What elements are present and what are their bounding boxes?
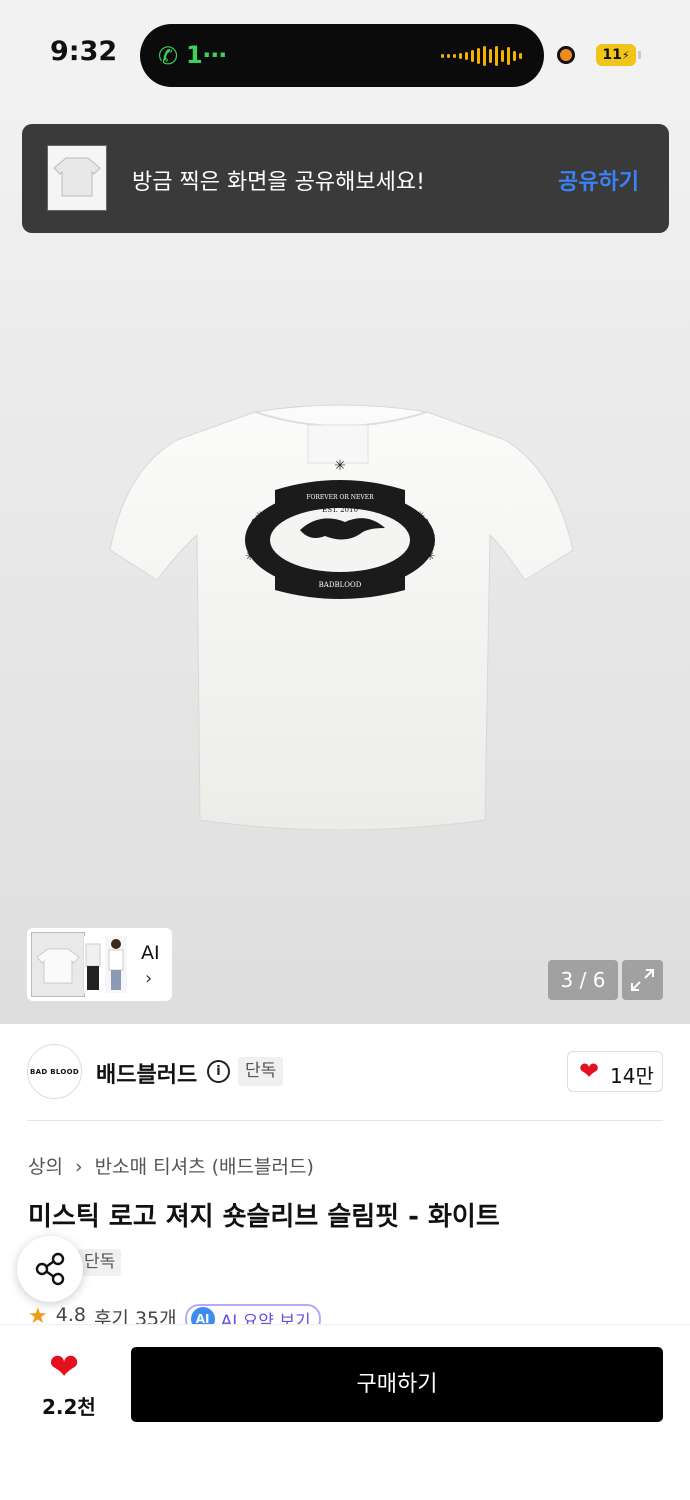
review-count-link[interactable]: 후기 35개 (94, 1304, 177, 1326)
rating-row: ★ 4.8 후기 35개 AI AI 요약 보기 (28, 1304, 321, 1326)
svg-text:✳: ✳ (255, 509, 265, 523)
share-toast: 방금 찍은 화면을 공유해보세요! 공유하기 (22, 124, 669, 233)
tshirt-image: FOREVER OR NEVER EST. 2010 BADBLOOD ✳ ✳ … (109, 404, 574, 830)
chevron-right-icon: › (75, 1156, 83, 1178)
battery-icon: 11⚡ (596, 44, 636, 66)
breadcrumb: 상의 › 반소매 티셔츠 (배드블러드) (28, 1152, 320, 1179)
svg-text:FOREVER OR NEVER: FOREVER OR NEVER (306, 494, 374, 501)
ai-summary-button[interactable]: AI AI 요약 보기 (184, 1304, 321, 1326)
svg-text:EST. 2010: EST. 2010 (322, 506, 358, 514)
svg-text:✳: ✳ (334, 458, 346, 474)
buy-button[interactable]: 구매하기 (131, 1347, 663, 1422)
call-label: 1⋯ (186, 41, 227, 69)
svg-text:✳: ✳ (425, 549, 435, 563)
exclusive-badge: 단독 (238, 1057, 284, 1086)
dynamic-island[interactable]: ✆ 1⋯ (140, 24, 544, 87)
battery-level: 11 (602, 47, 622, 63)
breadcrumb-category[interactable]: 상의 (28, 1156, 63, 1178)
chevron-right-icon: › (145, 968, 153, 989)
toast-message: 방금 찍은 화면을 공유해보세요! (132, 170, 425, 195)
thumbnail-tshirt (31, 932, 85, 997)
toast-share-button[interactable]: 공유하기 (558, 164, 639, 196)
recording-dot-icon (557, 46, 575, 64)
audio-wave-icon (441, 44, 522, 68)
image-counter: 3 / 6 (548, 960, 618, 1000)
product-like-count: 2.2천 (42, 1395, 96, 1419)
battery-tip (638, 51, 641, 59)
share-icon (35, 1252, 65, 1286)
ai-label: AI (141, 942, 160, 964)
product-title: 미스틱 로고 져지 숏슬리브 슬림핏 - 화이트 (28, 1202, 500, 1232)
ai-thumbnail-card[interactable]: AI › (27, 928, 172, 1001)
heart-icon[interactable]: ❤ (49, 1347, 79, 1388)
thumbnail-model-2 (105, 936, 127, 993)
product-exclusive-badge: 단독 (78, 1249, 122, 1276)
breadcrumb-subcategory[interactable]: 반소매 티셔츠 (배드블러드) (95, 1156, 314, 1178)
thumbnail-model-1 (83, 936, 103, 993)
product-image[interactable]: FOREVER OR NEVER EST. 2010 BADBLOOD ✳ ✳ … (0, 110, 690, 1024)
divider (27, 1120, 663, 1121)
brand-name[interactable]: 배드블러드 (96, 1057, 197, 1089)
info-icon[interactable]: i (207, 1060, 230, 1083)
bottom-action-bar: ❤ 2.2천 구매하기 (0, 1324, 690, 1500)
share-button[interactable] (17, 1236, 83, 1302)
svg-text:✳: ✳ (245, 549, 255, 563)
brand-like-button[interactable]: ❤ 14만 (567, 1051, 663, 1092)
svg-text:✳: ✳ (415, 509, 425, 523)
status-bar: 9:32 ✆ 1⋯ 11⚡ (0, 0, 690, 110)
status-time: 9:32 (50, 36, 118, 67)
star-icon: ★ (28, 1304, 48, 1326)
heart-icon: ❤ (579, 1057, 600, 1085)
expand-icon[interactable] (622, 960, 663, 1000)
phone-icon: ✆ (158, 42, 179, 70)
brand-like-count: 14만 (610, 1064, 654, 1088)
screenshot-thumbnail (47, 145, 107, 211)
svg-text:BADBLOOD: BADBLOOD (319, 581, 362, 589)
rating-value: 4.8 (55, 1304, 86, 1326)
brand-logo[interactable]: BAD BLOOD (27, 1044, 82, 1099)
